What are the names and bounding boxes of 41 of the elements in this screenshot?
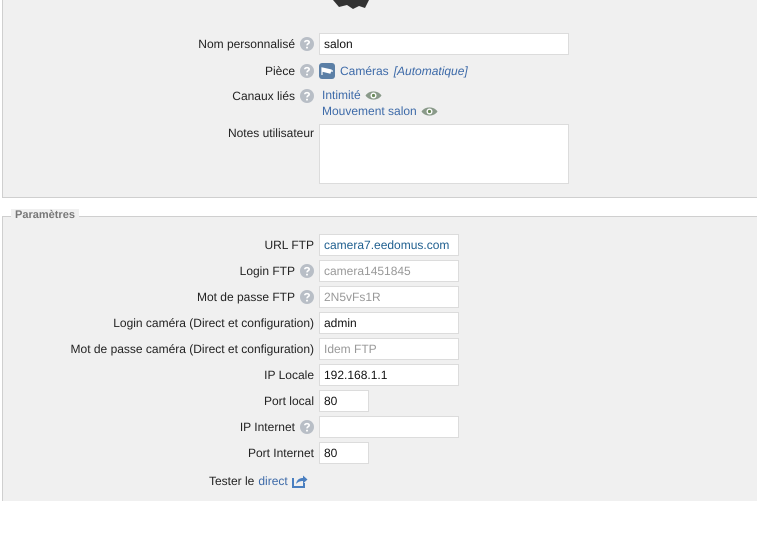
text-field[interactable]: camera1451845 [319,260,459,282]
text-field[interactable]: admin [319,312,459,334]
field-label: IP Internet [240,420,295,434]
text-field[interactable] [319,416,459,438]
field-label: Mot de passe caméra (Direct et configuration) [70,342,314,356]
security-camera-icon [319,63,335,79]
text-field[interactable]: Idem FTP [319,338,459,360]
field-label: Notes utilisateur [228,126,314,140]
field-label: Canaux liés [232,89,295,103]
field-label: IP Locale [264,368,314,382]
field-label: Mot de passe FTP [196,290,295,304]
eye-icon[interactable] [420,106,438,116]
channel-link[interactable]: Mouvement salon [322,104,417,118]
text-field[interactable]: 80 [319,442,369,464]
text-field[interactable]: 192.168.1.1 [319,364,459,386]
room-note: [Automatique] [394,64,468,78]
field-label: Pièce [264,64,295,78]
room-link[interactable]: Caméras [340,64,389,78]
direct-link[interactable]: direct [258,474,288,488]
test-label: Tester le [209,474,254,488]
field-label: Login FTP [240,264,295,278]
help-icon[interactable] [300,290,314,304]
field-label: Port Internet [248,446,314,460]
help-icon[interactable] [300,37,314,51]
section-title: Paramètres [11,209,79,221]
help-icon[interactable] [300,89,314,103]
external-link-icon[interactable] [292,474,308,488]
eye-icon[interactable] [364,90,382,100]
field-label: Port local [264,394,314,408]
help-icon[interactable] [300,64,314,78]
text-field[interactable]: 80 [319,390,369,412]
field-label: Login caméra (Direct et configuration) [113,316,314,330]
field-label: Nom personnalisé [198,37,295,51]
help-icon[interactable] [300,264,314,278]
text-field[interactable]: camera7.eedomus.com [319,234,459,256]
notes-field[interactable] [319,124,569,184]
field-label: URL FTP [264,238,314,252]
text-field[interactable]: salon [319,33,569,55]
text-field[interactable]: 2N5vFs1R [319,286,459,308]
channel-link[interactable]: Intimité [322,88,361,102]
help-icon[interactable] [300,420,314,434]
